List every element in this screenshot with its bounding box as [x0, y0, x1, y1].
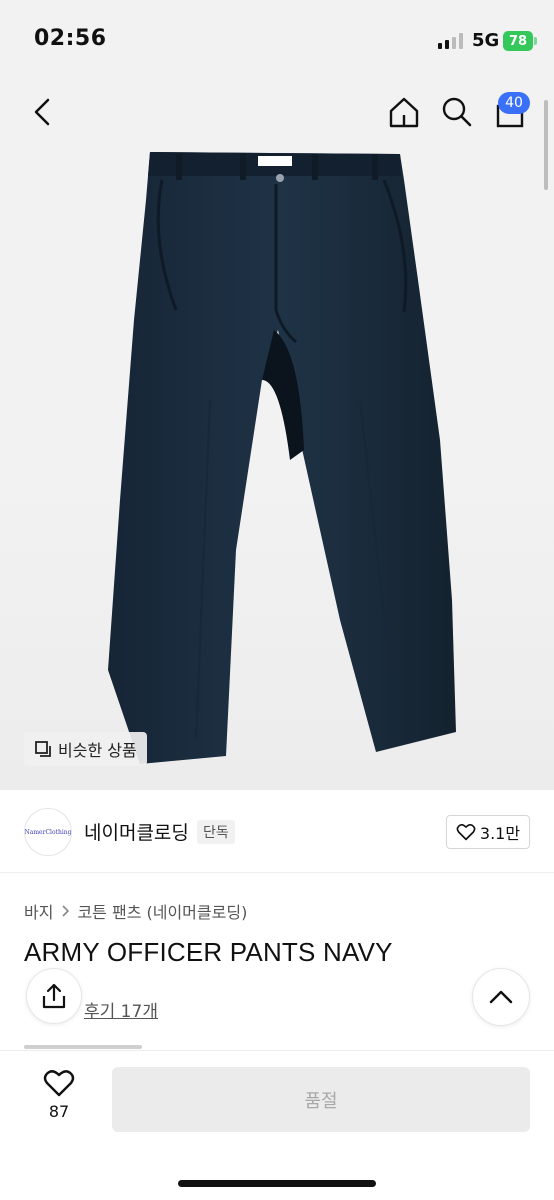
status-bar: 02:56 5G 78: [0, 0, 554, 80]
exclusive-badge: 단독: [197, 820, 235, 844]
heart-icon: [456, 824, 476, 841]
breadcrumb-category[interactable]: 바지: [24, 899, 53, 923]
search-button[interactable]: [437, 92, 477, 132]
signal-icon: [438, 33, 463, 49]
breadcrumb: 바지 코튼 팬츠 (네이머클로딩): [24, 899, 247, 923]
review-link[interactable]: 후기 17개: [84, 997, 158, 1022]
similar-icon: [35, 741, 51, 757]
breadcrumb-subcategory[interactable]: 코튼 팬츠 (네이머클로딩): [77, 899, 247, 923]
product-title: ARMY OFFICER PANTS NAVY: [24, 937, 393, 967]
back-button[interactable]: [24, 90, 60, 134]
brand-logo[interactable]: NamerClothing: [24, 808, 72, 856]
divider: [0, 872, 554, 873]
brand-logo-text: NamerClothing: [24, 828, 72, 836]
scroll-top-button[interactable]: [472, 968, 530, 1026]
network-label: 5G: [472, 30, 500, 51]
similar-products-button[interactable]: 비슷한 상품: [24, 732, 147, 766]
pants-image: [108, 152, 456, 764]
similar-products-label: 비슷한 상품: [58, 741, 137, 760]
status-time: 02:56: [34, 26, 107, 51]
product-image[interactable]: [0, 80, 554, 790]
share-button[interactable]: [26, 968, 82, 1024]
search-icon: [442, 97, 472, 127]
scrollbar[interactable]: [544, 100, 548, 190]
home-indicator: [178, 1180, 376, 1187]
home-button[interactable]: [384, 92, 424, 132]
chevron-right-icon: [62, 905, 70, 917]
battery-icon: 78: [503, 31, 533, 51]
brand-like-count: 3.1만: [479, 824, 521, 843]
brand-like-button[interactable]: 3.1만: [446, 815, 530, 849]
battery-tip: [534, 37, 537, 45]
cart-count-badge: 40: [498, 92, 530, 114]
soldout-button[interactable]: 품절: [112, 1067, 530, 1132]
chevron-up-icon: [489, 990, 513, 1004]
battery-level: 78: [508, 33, 528, 49]
heart-icon: [43, 1070, 75, 1097]
wishlist-button[interactable]: 87: [30, 1068, 88, 1128]
share-icon: [42, 983, 66, 1009]
back-icon: [34, 98, 50, 126]
brand-name[interactable]: 네이머클로딩: [84, 818, 189, 845]
wishlist-count: 87: [48, 1102, 70, 1121]
content-peek-bar: [24, 1045, 142, 1049]
home-icon: [389, 97, 419, 128]
